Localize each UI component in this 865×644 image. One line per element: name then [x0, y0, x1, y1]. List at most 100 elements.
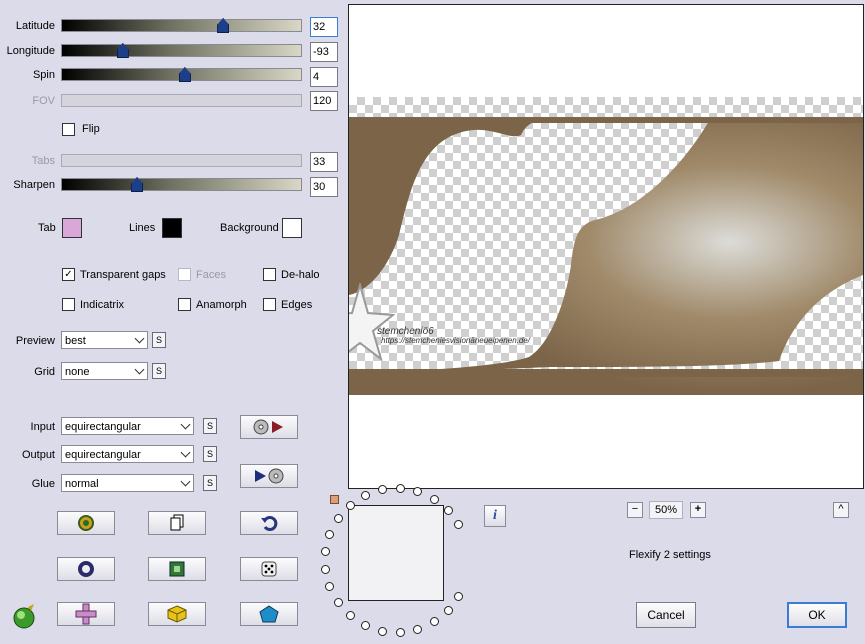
dial-dot[interactable] — [454, 592, 464, 601]
spin-slider[interactable] — [61, 67, 302, 82]
output-select-value: equirectangular — [65, 449, 141, 461]
zoom-out-button[interactable]: − — [627, 502, 643, 518]
de-halo-label: De-halo — [281, 269, 320, 281]
preview-canvas[interactable]: stemcheniö6 https://stemcheniesvisionäri… — [348, 4, 864, 489]
input-select[interactable]: equirectangular — [61, 417, 194, 435]
dial-dot[interactable] — [443, 606, 453, 616]
save-output-button[interactable] — [240, 464, 298, 488]
output-select[interactable]: equirectangular — [61, 445, 194, 463]
grid-select[interactable]: none — [61, 362, 148, 380]
flip-label: Flip — [82, 123, 100, 135]
spin-input[interactable]: 4 — [310, 67, 338, 87]
lines-color-label: Lines — [129, 222, 156, 234]
dial-dot[interactable] — [443, 505, 453, 515]
latitude-slider-thumb[interactable] — [217, 18, 230, 33]
dial-dot[interactable] — [413, 624, 423, 634]
chevron-down-icon — [180, 476, 191, 487]
ok-button[interactable]: OK — [787, 602, 847, 628]
disc-play-icon — [253, 419, 283, 435]
info-button[interactable]: i — [484, 505, 506, 527]
sharpen-slider[interactable] — [61, 177, 302, 192]
preview-s-button[interactable]: S — [152, 332, 166, 348]
grid-s-button[interactable]: S — [152, 363, 166, 379]
tabs-input[interactable]: 33 — [310, 152, 338, 172]
dial-dot[interactable] — [360, 491, 370, 501]
glue-select[interactable]: normal — [61, 474, 194, 492]
dial-dot[interactable] — [395, 484, 405, 494]
cube-icon — [167, 605, 187, 623]
square-frame-icon — [169, 561, 185, 577]
preview-select[interactable]: best — [61, 331, 148, 349]
collapse-button[interactable]: ^ — [833, 502, 849, 518]
chevron-down-icon — [134, 364, 145, 375]
dial-dot[interactable] — [333, 513, 343, 523]
orientation-handle[interactable] — [330, 495, 339, 504]
copy-button[interactable] — [148, 511, 206, 535]
cube-button[interactable] — [148, 602, 206, 626]
dial-dot[interactable] — [413, 487, 423, 497]
faces-checkbox — [178, 268, 191, 281]
polyhedron-button[interactable] — [240, 602, 298, 626]
cross-layout-button[interactable] — [57, 602, 115, 626]
sharpen-input[interactable]: 30 — [310, 177, 338, 197]
glue-s-button[interactable]: S — [203, 475, 217, 491]
fov-input[interactable]: 120 — [310, 91, 338, 111]
lines-color-swatch[interactable] — [162, 218, 182, 238]
thumbnail-preview[interactable] — [348, 505, 444, 601]
undo-button[interactable] — [240, 511, 298, 535]
anamorph-label: Anamorph — [196, 299, 247, 311]
faces-label: Faces — [196, 269, 226, 281]
transparent-gaps-checkbox[interactable]: ✓ — [62, 268, 75, 281]
zoom-level: 50% — [649, 501, 683, 519]
edges-checkbox[interactable] — [263, 298, 276, 311]
dial-dot[interactable] — [333, 598, 343, 608]
sharpen-slider-thumb[interactable] — [131, 177, 144, 192]
dial-dot[interactable] — [377, 626, 387, 636]
frame-button[interactable] — [148, 557, 206, 581]
dial-dot[interactable] — [324, 529, 334, 539]
longitude-slider[interactable] — [61, 43, 302, 58]
longitude-slider-thumb[interactable] — [116, 43, 129, 58]
spin-slider-thumb[interactable] — [178, 67, 191, 82]
dial-dot[interactable] — [429, 494, 439, 504]
dial-dot[interactable] — [429, 617, 439, 627]
randomize-button[interactable] — [57, 511, 115, 535]
ring-icon — [78, 561, 94, 577]
dial-dot[interactable] — [345, 500, 355, 510]
latitude-slider[interactable] — [61, 18, 302, 33]
cancel-button[interactable]: Cancel — [636, 602, 696, 628]
dial-dot[interactable] — [377, 485, 387, 495]
anamorph-checkbox[interactable] — [178, 298, 191, 311]
output-label: Output — [21, 449, 55, 461]
page-icon — [170, 514, 184, 531]
de-halo-checkbox[interactable] — [263, 268, 276, 281]
background-color-swatch[interactable] — [282, 218, 302, 238]
output-s-button[interactable]: S — [203, 446, 217, 462]
glue-select-value: normal — [65, 478, 99, 490]
spin-label: Spin — [32, 69, 55, 81]
background-color-label: Background — [220, 222, 279, 234]
dial-dot[interactable] — [324, 582, 334, 592]
flip-checkbox[interactable] — [62, 123, 75, 136]
random-dice-button[interactable] — [240, 557, 298, 581]
edges-label: Edges — [281, 299, 313, 311]
input-select-value: equirectangular — [65, 421, 141, 433]
longitude-input[interactable]: -93 — [310, 42, 338, 62]
tab-color-swatch[interactable] — [62, 218, 82, 238]
dial-dot[interactable] — [395, 627, 405, 637]
latitude-input[interactable]: 32 — [310, 17, 338, 37]
glue-label: Glue — [31, 478, 55, 490]
zoom-in-button[interactable]: + — [690, 502, 706, 518]
dial-dot[interactable] — [320, 564, 330, 574]
load-input-button[interactable] — [240, 415, 298, 439]
dial-dot[interactable] — [454, 520, 464, 529]
dial-dot[interactable] — [345, 611, 355, 621]
gear-star-icon — [78, 515, 94, 531]
input-s-button[interactable]: S — [203, 418, 217, 434]
fov-label: FOV — [32, 95, 55, 107]
dial-dot[interactable] — [360, 620, 370, 630]
dial-dot[interactable] — [320, 547, 330, 557]
reset-button[interactable] — [57, 557, 115, 581]
indicatrix-checkbox[interactable] — [62, 298, 75, 311]
grid-select-value: none — [65, 366, 90, 378]
